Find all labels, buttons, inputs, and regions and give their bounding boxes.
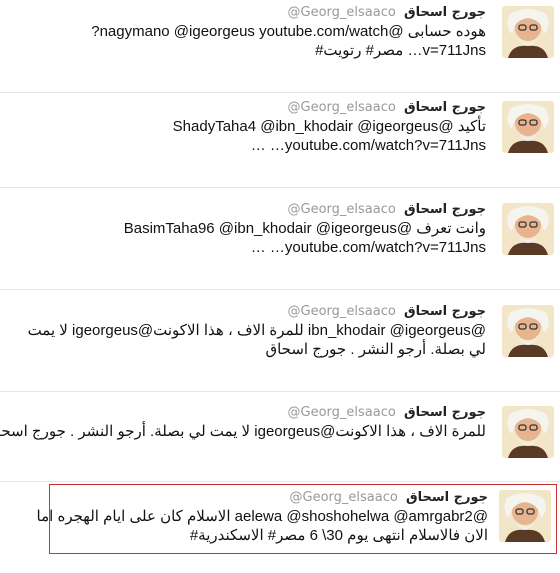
tweet-line: v=711Jns… مصر# رتويت# — [315, 42, 486, 59]
tweet-text: تأكيد @ShadyTaha4 @ibn_khodair @igeorgeu… — [24, 117, 486, 155]
tweet-item-highlighted[interactable]: جورج اسحاق @Georg_elsaaco @aelewa @shosh… — [36, 484, 557, 554]
tweet-feed: جورج اسحاق @Georg_elsaaco هوده حسابى @na… — [0, 0, 560, 573]
author-handle[interactable]: @Georg_elsaaco — [288, 405, 396, 420]
tweet-text: وانت تعرف @BasimTaha96 @ibn_khodair @ige… — [24, 219, 486, 257]
tweet-line: youtube.com/watch?v=711Jns… … — [250, 239, 486, 256]
avatar[interactable] — [502, 305, 554, 357]
author-name[interactable]: جورج اسحاق — [404, 405, 486, 420]
avatar-photo-icon — [502, 6, 554, 58]
author-name[interactable]: جورج اسحاق — [404, 5, 486, 20]
tweet-text: @aelewa @shoshohelwa @amrgabr2 الاسلام ك… — [36, 507, 488, 545]
avatar-photo-icon — [499, 490, 551, 542]
tweet-line: الان فالاسلام انتهى يوم 30\ 6 مصر# الاسك… — [189, 527, 488, 544]
tweet-item[interactable]: جورج اسحاق @Georg_elsaaco @ibn_khodair @… — [0, 299, 560, 392]
tweet-line: للمرة الاف ، هذا الاكونت@igeorgeus لا يم… — [0, 423, 486, 440]
avatar[interactable] — [502, 203, 554, 255]
avatar-photo-icon — [502, 101, 554, 153]
tweet-line: @aelewa @shoshohelwa @amrgabr2 الاسلام ك… — [36, 508, 488, 525]
tweet-text: للمرة الاف ، هذا الاكونت@igeorgeus لا يم… — [0, 422, 486, 441]
avatar-photo-icon — [502, 305, 554, 357]
tweet-item[interactable]: جورج اسحاق @Georg_elsaaco هوده حسابى @na… — [0, 0, 560, 93]
avatar-photo-icon — [502, 406, 554, 458]
avatar[interactable] — [499, 490, 551, 542]
avatar-photo-icon — [502, 203, 554, 255]
avatar[interactable] — [502, 101, 554, 153]
tweet-item[interactable]: جورج اسحاق @Georg_elsaaco تأكيد @ShadyTa… — [0, 95, 560, 188]
author-name[interactable]: جورج اسحاق — [404, 202, 486, 217]
tweet-line: وانت تعرف @BasimTaha96 @ibn_khodair @ige… — [123, 220, 486, 237]
avatar[interactable] — [502, 6, 554, 58]
author-handle[interactable]: @Georg_elsaaco — [288, 304, 396, 319]
tweet-line: لي بصلة. أرجو النشر . جورج اسحاق — [265, 341, 486, 358]
tweet-line: @ibn_khodair @igeorgeus للمرة الاف ، هذا… — [27, 322, 486, 339]
avatar[interactable] — [502, 406, 554, 458]
author-handle[interactable]: @Georg_elsaaco — [288, 202, 396, 217]
author-name[interactable]: جورج اسحاق — [404, 304, 486, 319]
tweet-item[interactable]: جورج اسحاق @Georg_elsaaco للمرة الاف ، ه… — [0, 400, 560, 482]
tweet-item[interactable]: جورج اسحاق @Georg_elsaaco وانت تعرف @Bas… — [0, 197, 560, 290]
author-name[interactable]: جورج اسحاق — [406, 490, 488, 505]
author-handle[interactable]: @Georg_elsaaco — [290, 490, 398, 505]
tweet-line: هوده حسابى @nagymano @igeorgeus youtube.… — [91, 23, 486, 40]
author-handle[interactable]: @Georg_elsaaco — [288, 100, 396, 115]
author-name[interactable]: جورج اسحاق — [404, 100, 486, 115]
tweet-text: @ibn_khodair @igeorgeus للمرة الاف ، هذا… — [24, 321, 486, 359]
tweet-line: youtube.com/watch?v=711Jns… … — [250, 137, 486, 154]
tweet-text: هوده حسابى @nagymano @igeorgeus youtube.… — [24, 22, 486, 60]
tweet-line: تأكيد @ShadyTaha4 @ibn_khodair @igeorgeu… — [172, 118, 486, 135]
author-handle[interactable]: @Georg_elsaaco — [288, 5, 396, 20]
